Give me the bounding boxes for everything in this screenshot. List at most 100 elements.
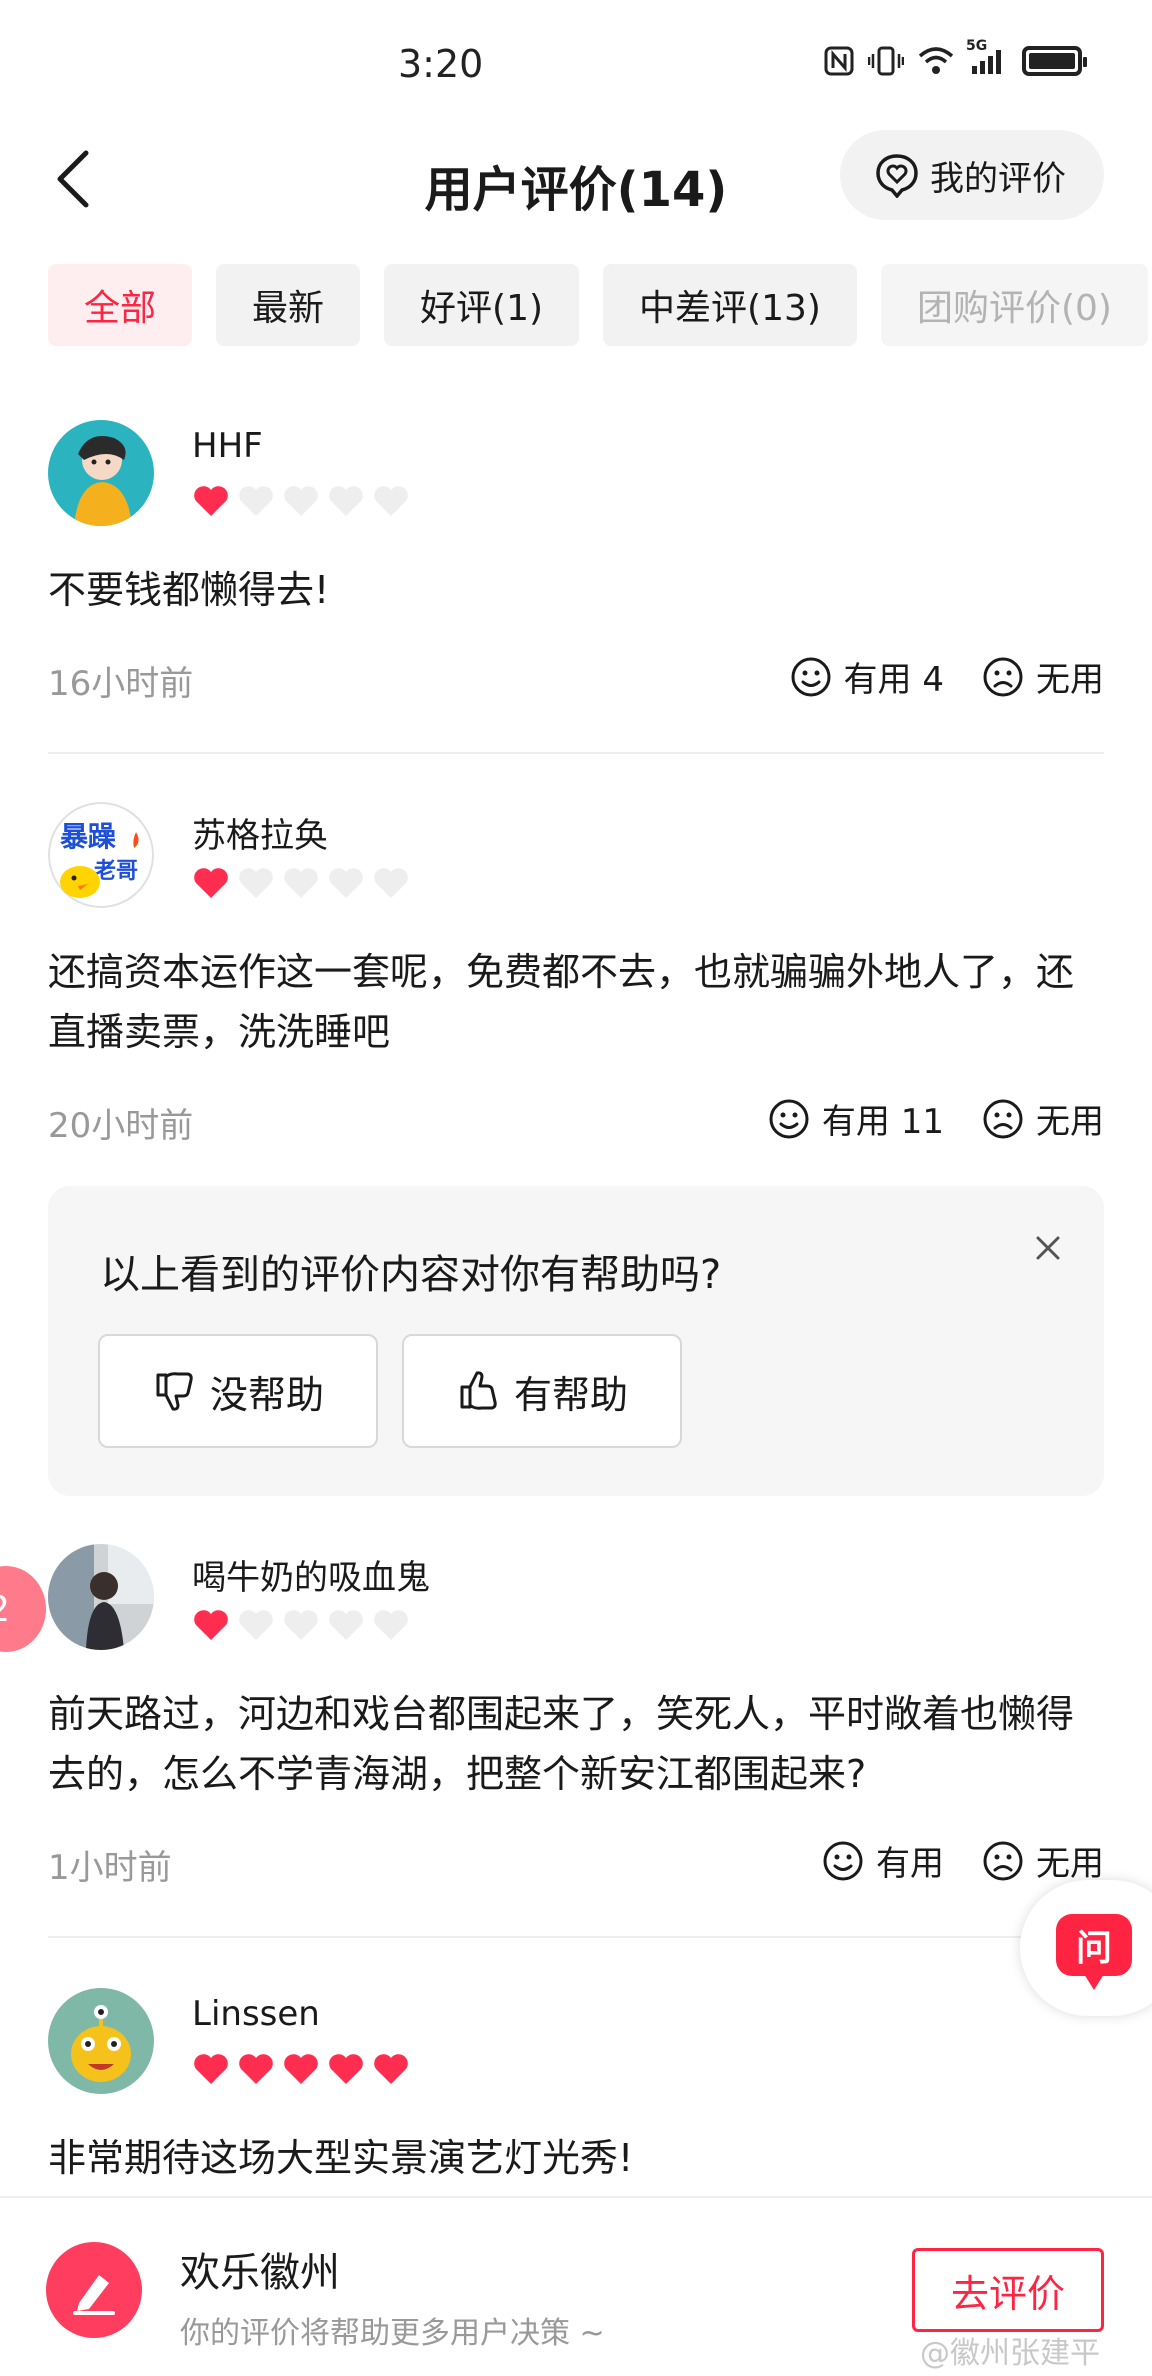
- my-review-label: 我的评价: [930, 158, 1066, 199]
- heart-filled-icon: [237, 2052, 275, 2090]
- nfc-icon: [824, 46, 854, 76]
- divider: [48, 752, 1104, 754]
- review-item: Linssen 非常期待这场大型实景演艺灯光秀!: [48, 1988, 1104, 2188]
- useless-label: 无用: [1036, 1844, 1104, 1884]
- smile-icon: [823, 1841, 863, 1880]
- heart-empty-icon: [282, 1608, 320, 1646]
- useless-button[interactable]: 无用: [982, 1836, 1104, 1885]
- helpful-label: 有帮助: [513, 1372, 628, 1417]
- tab-latest[interactable]: 最新: [216, 264, 361, 346]
- useful-button[interactable]: 有用 4: [790, 652, 944, 701]
- review-heart-bubble-icon: [876, 154, 918, 198]
- venue-name: 欢乐徽州: [180, 2250, 340, 2296]
- heart-empty-icon: [327, 484, 365, 522]
- avatar[interactable]: [48, 1988, 154, 2094]
- heart-empty-icon: [327, 1608, 365, 1646]
- heart-empty-icon: [372, 866, 410, 904]
- heart-filled-icon: [192, 866, 230, 904]
- rating-hearts: [192, 1608, 410, 1646]
- review-actions: 有用 4 无用: [790, 652, 1104, 701]
- helpful-button[interactable]: 有帮助: [402, 1334, 682, 1448]
- side-badge[interactable]: 2: [0, 1566, 46, 1652]
- header: 用户评价(14) 我的评价: [0, 130, 1152, 240]
- thumbs-up-icon: [460, 1371, 497, 1410]
- not-helpful-label: 没帮助: [209, 1372, 324, 1417]
- review-time: 16小时前: [48, 664, 194, 704]
- watermark: @徽州张建平: [920, 2336, 1100, 2371]
- helpful-question: 以上看到的评价内容对你有帮助吗?: [100, 1252, 722, 1298]
- rating-hearts: [192, 2052, 410, 2090]
- status-bar: 3:20 5G: [0, 0, 1152, 130]
- wifi-icon: [918, 46, 954, 76]
- status-icons: 5G: [824, 38, 1087, 76]
- my-review-button[interactable]: 我的评价: [840, 130, 1104, 220]
- username: Linssen: [192, 1994, 320, 2034]
- heart-empty-icon: [282, 866, 320, 904]
- review-actions: 有用 无用: [822, 1836, 1104, 1885]
- review-text: 不要钱都懒得去!: [48, 568, 330, 612]
- vibrate-icon: [868, 46, 904, 76]
- tab-group-buy[interactable]: 团购评价(0): [880, 264, 1148, 346]
- username: 苏格拉奂: [192, 816, 328, 856]
- review-text: 前天路过，河边和戏台都围起来了，笑死人，平时敞着也懒得去的，怎么不学青海湖，把整…: [48, 1692, 1075, 1796]
- rating-hearts: [192, 484, 410, 522]
- frown-icon: [983, 657, 1023, 696]
- smile-icon: [769, 1099, 809, 1138]
- username: 喝牛奶的吸血鬼: [192, 1558, 430, 1598]
- filter-tabs: 全部 最新 好评(1) 中差评(13) 团购评价(0): [48, 264, 1148, 346]
- useful-button[interactable]: 有用: [822, 1836, 944, 1885]
- tab-all[interactable]: 全部: [48, 264, 193, 346]
- thumbs-down-icon: [156, 1372, 193, 1411]
- review-time: 20小时前: [48, 1106, 194, 1146]
- heart-filled-icon: [372, 2052, 410, 2090]
- close-icon[interactable]: [1028, 1228, 1068, 1268]
- frown-icon: [983, 1099, 1023, 1138]
- helpful-feedback-card: 以上看到的评价内容对你有帮助吗? 没帮助 有帮助: [48, 1186, 1104, 1496]
- useful-label: 有用 4: [843, 660, 944, 700]
- tab-positive[interactable]: 好评(1): [384, 264, 580, 346]
- ask-question-button[interactable]: 问: [1020, 1880, 1152, 2016]
- useful-label: 有用 11: [821, 1102, 944, 1142]
- battery-icon: [1022, 46, 1087, 76]
- avatar[interactable]: 暴躁 老哥: [48, 802, 154, 908]
- review-time: 1小时前: [48, 1848, 172, 1888]
- useless-label: 无用: [1036, 1102, 1104, 1142]
- heart-empty-icon: [372, 484, 410, 522]
- useful-button[interactable]: 有用 11: [768, 1094, 944, 1143]
- heart-empty-icon: [372, 1608, 410, 1646]
- useless-button[interactable]: 无用: [982, 652, 1104, 701]
- heart-empty-icon: [237, 866, 275, 904]
- smile-icon: [791, 657, 831, 696]
- frown-icon: [983, 1841, 1023, 1880]
- heart-filled-icon: [327, 2052, 365, 2090]
- review-prompt: 你的评价将帮助更多用户决策 ~: [180, 2316, 605, 2351]
- review-item: 喝牛奶的吸血鬼 前天路过，河边和戏台都围起来了，笑死人，平时敞着也懒得去的，怎么…: [48, 1544, 1104, 1888]
- tab-negative[interactable]: 中差评(13): [603, 264, 857, 346]
- useless-label: 无用: [1036, 660, 1104, 700]
- review-text: 还搞资本运作这一套呢，免费都不去，也就骗骗外地人了，还直播卖票，洗洗睡吧: [48, 950, 1075, 1054]
- heart-empty-icon: [327, 866, 365, 904]
- heart-filled-icon: [192, 2052, 230, 2090]
- review-item: 暴躁 老哥 苏格拉奂 还搞资本运作这一套呢，免费都不去，也就骗骗外地人了，还直播…: [48, 802, 1104, 1152]
- username: HHF: [192, 426, 263, 466]
- heart-empty-icon: [282, 484, 320, 522]
- avatar[interactable]: [48, 420, 154, 526]
- review-item: HHF 不要钱都懒得去! 16小时前 有用 4 无用: [48, 420, 1104, 710]
- heart-empty-icon: [237, 1608, 275, 1646]
- heart-empty-icon: [237, 484, 275, 522]
- heart-filled-icon: [192, 1608, 230, 1646]
- rating-hearts: [192, 866, 410, 904]
- useless-button[interactable]: 无用: [982, 1094, 1104, 1143]
- write-review-button[interactable]: 去评价: [912, 2248, 1104, 2332]
- review-text: 非常期待这场大型实景演艺灯光秀!: [48, 2136, 634, 2180]
- status-time: 3:20: [398, 42, 484, 86]
- not-helpful-button[interactable]: 没帮助: [98, 1334, 378, 1448]
- heart-filled-icon: [282, 2052, 320, 2090]
- svg-text:暴躁: 暴躁: [60, 820, 116, 853]
- ask-icon: 问: [1056, 1914, 1132, 1990]
- heart-filled-icon: [192, 484, 230, 522]
- avatar[interactable]: [48, 1544, 154, 1650]
- network-label: 5G: [966, 38, 988, 54]
- 5g-signal-icon: 5G: [966, 38, 1008, 76]
- review-actions: 有用 11 无用: [768, 1094, 1104, 1143]
